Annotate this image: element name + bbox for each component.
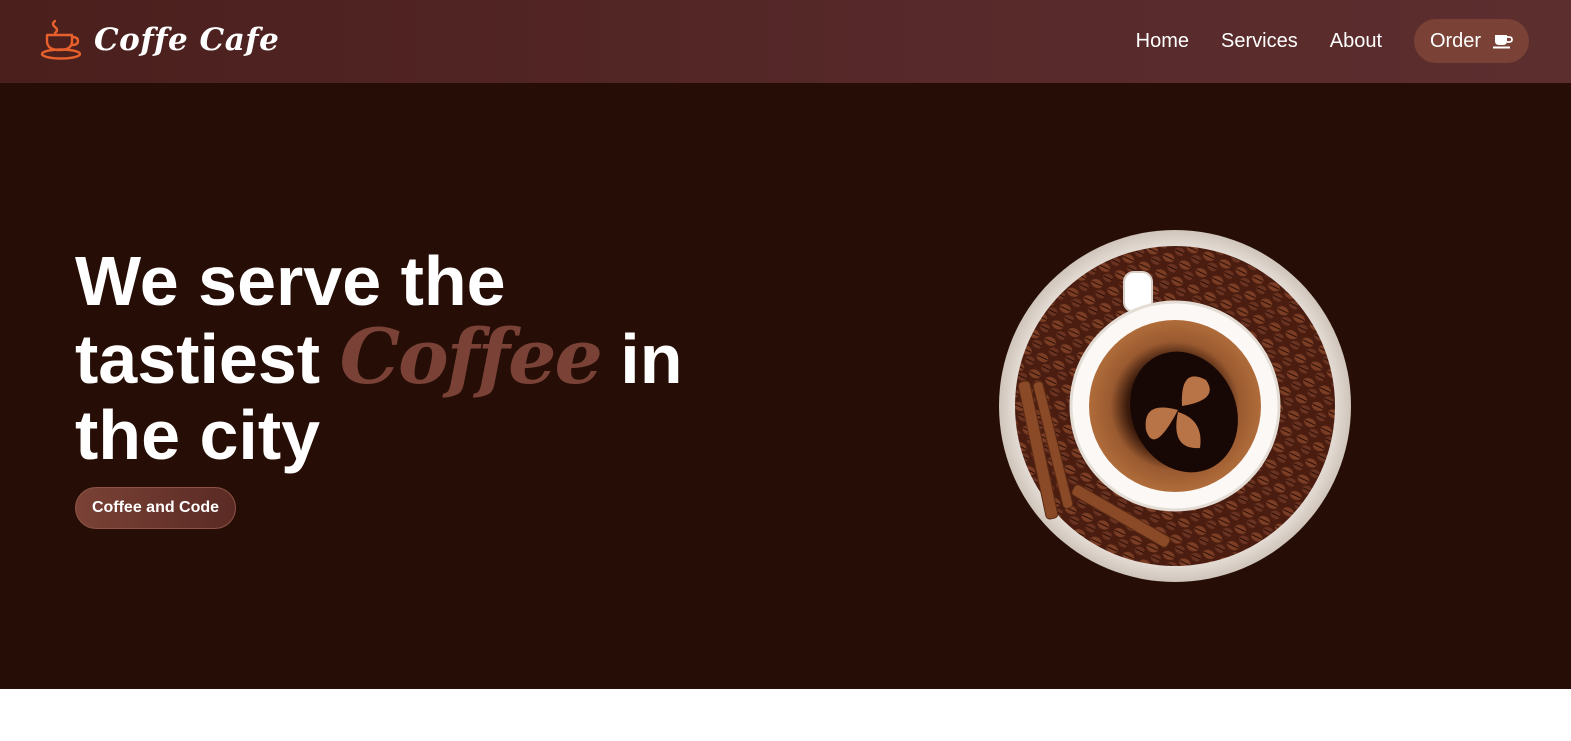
coffee-cup-icon: [1493, 35, 1513, 49]
headline-accent-word: Coffee: [339, 312, 603, 401]
brand[interactable]: Coffe Cafe: [38, 18, 279, 62]
headline-line-3: the city: [75, 396, 321, 474]
hero-headline: We serve the tastiest Coffee in the city: [75, 243, 683, 473]
brand-name: Coffe Cafe: [94, 22, 280, 58]
coffee-cup-image: [999, 230, 1351, 582]
site-header: Coffe Cafe Home Services About Order: [0, 0, 1571, 83]
hero-section: We serve the tastiest Coffee in the city…: [0, 83, 1571, 689]
order-button[interactable]: Order: [1414, 19, 1529, 63]
headline-line-1: We serve the: [75, 242, 506, 320]
headline-line-2-start: tastiest: [75, 320, 321, 398]
coffee-cup-icon: [40, 19, 82, 60]
order-button-label: Order: [1429, 29, 1482, 52]
nav-about[interactable]: About: [1330, 19, 1382, 63]
coffee-and-code-button[interactable]: Coffee and Code: [75, 487, 236, 529]
nav-services[interactable]: Services: [1221, 19, 1298, 63]
main-nav: Home Services About Order: [1104, 19, 1529, 63]
nav-home[interactable]: Home: [1136, 19, 1189, 63]
headline-line-2-end: in: [620, 320, 683, 398]
